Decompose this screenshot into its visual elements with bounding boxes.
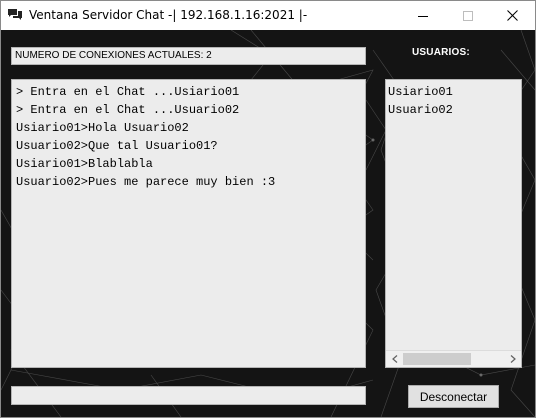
- user-list-item[interactable]: Usuario02: [388, 101, 453, 119]
- disconnect-button[interactable]: Desconectar: [408, 385, 499, 408]
- connections-counter: NUMERO DE CONEXIONES ACTUALES: 2: [11, 47, 366, 65]
- client-area: NUMERO DE CONEXIONES ACTUALES: 2 USUARIO…: [1, 30, 535, 417]
- user-list-item[interactable]: Usiario01: [388, 83, 453, 101]
- users-title: USUARIOS:: [412, 47, 470, 58]
- chat-line: Usuario02>Pues me parece muy bien :3: [16, 175, 276, 189]
- chat-line: Usiario01>Hola Usuario02: [16, 121, 189, 135]
- server-chat-window: Ventana Servidor Chat -| 192.168.1.16:20…: [0, 0, 536, 418]
- message-input[interactable]: [11, 386, 366, 405]
- users-list-box[interactable]: Usiario01 Usuario02: [385, 79, 522, 368]
- window-title: Ventana Servidor Chat -| 192.168.1.16:20…: [29, 8, 308, 22]
- title-bar[interactable]: Ventana Servidor Chat -| 192.168.1.16:20…: [1, 1, 535, 30]
- horizontal-scrollbar[interactable]: [386, 350, 521, 367]
- scroll-right-icon[interactable]: [504, 351, 521, 367]
- scrollbar-thumb[interactable]: [403, 353, 471, 365]
- maximize-button: [445, 1, 490, 30]
- close-icon: [507, 10, 518, 21]
- close-button[interactable]: [490, 1, 535, 30]
- chat-line: > Entra en el Chat ...Usiario01: [16, 85, 240, 99]
- chat-line: Usuario02>Que tal Usuario01?: [16, 139, 218, 153]
- chat-log[interactable]: > Entra en el Chat ...Usiario01 > Entra …: [11, 79, 366, 368]
- minimize-button[interactable]: [400, 1, 445, 30]
- chat-line: > Entra en el Chat ...Usuario02: [16, 103, 240, 117]
- scroll-left-icon[interactable]: [386, 351, 403, 367]
- chat-line: Usiario01>Blablabla: [16, 157, 153, 171]
- maximize-icon: [462, 10, 473, 21]
- chat-icon: [7, 8, 23, 22]
- minimize-icon: [417, 15, 428, 17]
